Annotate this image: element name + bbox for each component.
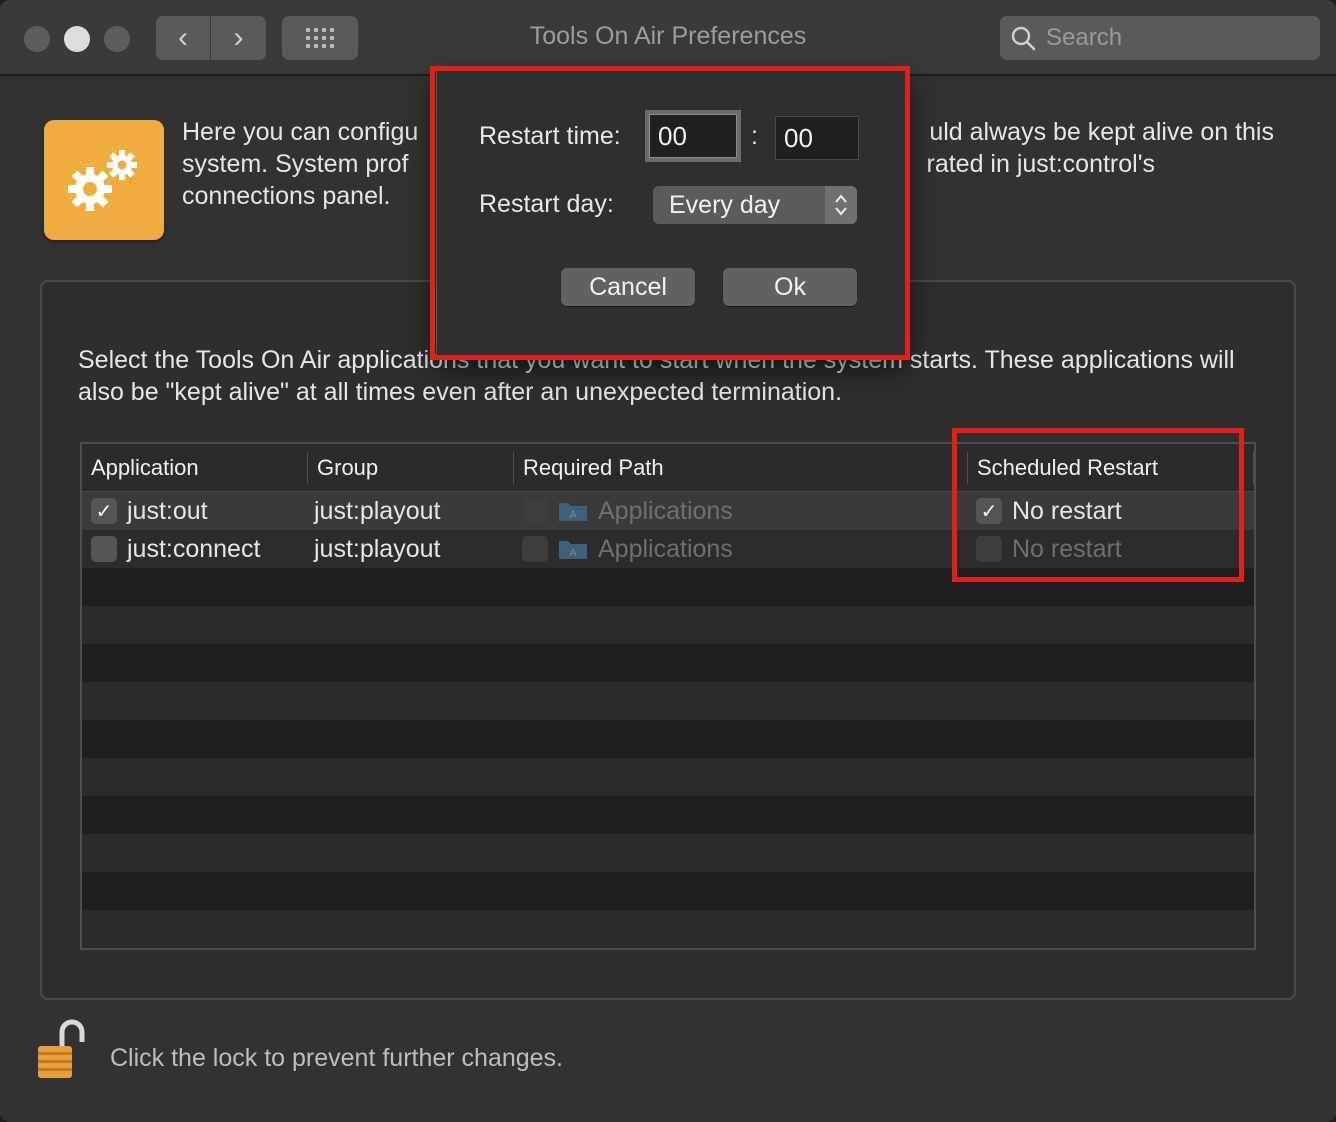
required-path-checkbox[interactable] — [522, 498, 548, 524]
search-icon — [1011, 26, 1036, 51]
table-header: Application Group Required Path Schedule… — [82, 444, 1254, 492]
table-row[interactable]: ✓ just:out just:playout A Applications ✓… — [82, 492, 1254, 530]
applications-folder-icon: A — [559, 541, 587, 559]
ok-button[interactable]: Ok — [723, 268, 857, 306]
svg-text:A: A — [569, 547, 577, 559]
required-path-checkbox[interactable] — [522, 536, 548, 562]
launch-checkbox[interactable] — [91, 536, 117, 562]
column-header-scheduled-restart[interactable]: Scheduled Restart — [968, 444, 1254, 492]
intro-line3: connections panel. — [182, 182, 391, 210]
scheduled-restart-value[interactable]: No restart — [1012, 497, 1122, 526]
column-header-application[interactable]: Application — [82, 444, 308, 492]
application-name: just:connect — [127, 534, 261, 563]
lock-status-text: Click the lock to prevent further change… — [110, 1044, 564, 1072]
restart-checkbox[interactable]: ✓ — [976, 498, 1002, 524]
restart-day-popup[interactable]: Every day — [653, 186, 857, 224]
group-name: just:playout — [314, 534, 441, 563]
column-header-required-path[interactable]: Required Path — [514, 444, 968, 492]
required-path: Applications — [598, 534, 733, 563]
minutes-field[interactable] — [775, 116, 859, 160]
intro-line1-right: uld always be kept alive on this — [929, 118, 1274, 146]
preferences-window: ‹ › Tools On Air Preferences Search Here… — [0, 0, 1336, 1122]
restart-time-label: Restart time: — [479, 122, 621, 150]
column-header-group[interactable]: Group — [308, 444, 514, 492]
applications-folder-icon: A — [559, 503, 587, 521]
padlock-open-icon[interactable] — [36, 1018, 88, 1082]
restart-day-label: Restart day: — [479, 190, 614, 218]
minutes-input[interactable] — [784, 122, 858, 154]
intro-line1-left: Here you can configu — [182, 118, 419, 146]
applications-table[interactable]: Application Group Required Path Schedule… — [80, 442, 1256, 950]
intro-line2-right: rated in just:control's — [926, 150, 1156, 178]
svg-text:A: A — [569, 509, 577, 521]
hours-field[interactable] — [649, 114, 737, 158]
intro-line2-left: system. System prof — [182, 150, 409, 178]
search-field[interactable] — [1000, 16, 1320, 60]
launch-checkbox[interactable]: ✓ — [91, 498, 117, 524]
restart-checkbox[interactable] — [976, 536, 1002, 562]
application-name: just:out — [127, 496, 208, 525]
time-separator: : — [751, 122, 758, 150]
hours-input[interactable] — [658, 120, 736, 152]
group-name: just:playout — [314, 496, 441, 525]
table-row[interactable]: just:connect just:playout A Applications… — [82, 530, 1254, 568]
required-path: Applications — [598, 496, 733, 525]
gears-icon — [44, 120, 164, 240]
cancel-button[interactable]: Cancel — [561, 268, 695, 306]
scheduled-restart-value[interactable]: No restart — [1012, 535, 1122, 564]
updown-chevron-icon — [825, 186, 857, 224]
restart-day-value: Every day — [669, 190, 781, 219]
title-bar: ‹ › Tools On Air Preferences — [0, 0, 1336, 76]
search-input[interactable] — [1046, 24, 1306, 52]
restart-schedule-sheet: Restart time: : Restart day: Every day C… — [436, 70, 906, 356]
